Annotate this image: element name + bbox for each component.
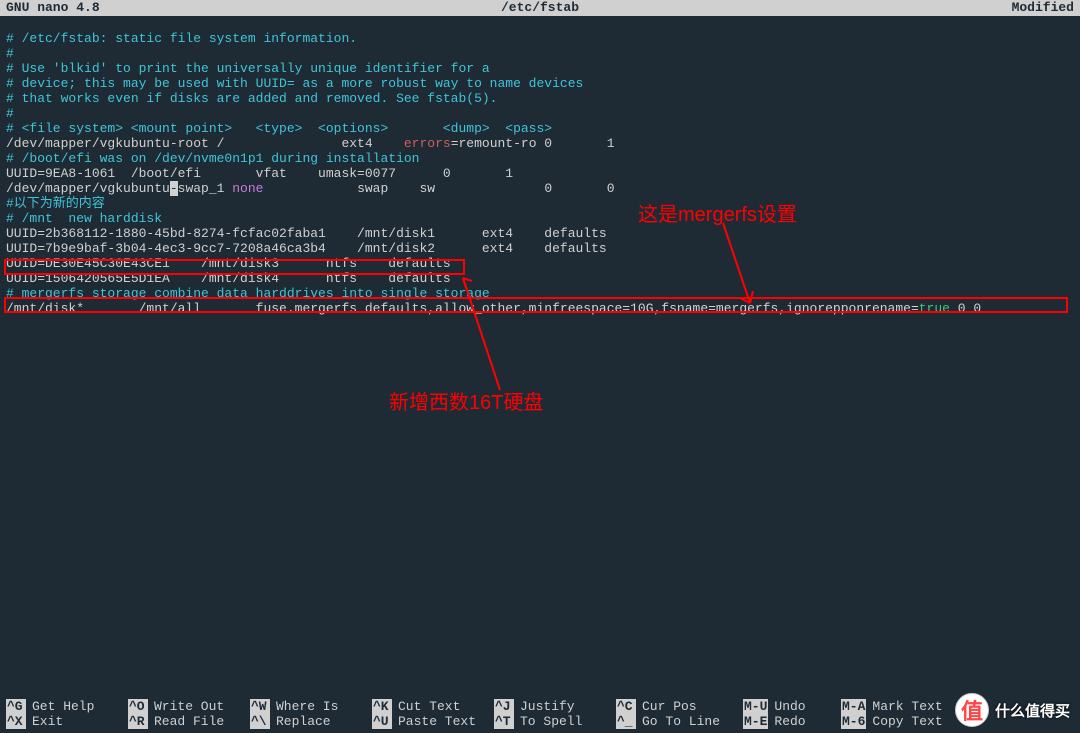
shortcut-go-to-line[interactable]: ^_Go To Line: [616, 714, 743, 729]
shortcut-undo[interactable]: M-UUndo: [743, 699, 841, 714]
title-bar: GNU nano 4.8 /etc/fstab Modified: [0, 0, 1080, 16]
fstab-line: UUID=1506420565E5D1EA /mnt/disk4 ntfs de…: [6, 271, 451, 286]
file-path: /etc/fstab: [501, 0, 579, 16]
shortcut-get-help[interactable]: ^GGet Help: [6, 699, 128, 714]
shortcut-cur-pos[interactable]: ^CCur Pos: [616, 699, 743, 714]
shortcut-write-out[interactable]: ^OWrite Out: [128, 699, 250, 714]
comment-line: #: [6, 46, 14, 61]
shortcut-row-1: ^GGet Help ^OWrite Out ^WWhere Is ^KCut …: [6, 699, 1074, 714]
shortcut-justify[interactable]: ^JJustify: [494, 699, 616, 714]
shortcut-bar: ^GGet Help ^OWrite Out ^WWhere Is ^KCut …: [0, 699, 1080, 733]
shortcut-where-is[interactable]: ^WWhere Is: [250, 699, 372, 714]
shortcut-row-2: ^XExit ^RRead File ^\Replace ^UPaste Tex…: [6, 714, 1074, 729]
editor-area[interactable]: # /etc/fstab: static file system informa…: [0, 16, 1080, 316]
app-name: GNU nano 4.8: [6, 0, 100, 16]
fstab-line: UUID=2b368112-1880-45bd-8274-fcfac02faba…: [6, 226, 607, 241]
fstab-line: UUID=7b9e9baf-3b04-4ec3-9cc7-7208a46ca3b…: [6, 241, 607, 256]
shortcut-cut-text[interactable]: ^KCut Text: [372, 699, 494, 714]
modified-status: Modified: [1012, 0, 1074, 16]
fstab-line: /dev/mapper/vgkubuntu-root / ext4 errors…: [6, 136, 615, 151]
shortcut-exit[interactable]: ^XExit: [6, 714, 128, 729]
fstab-line: UUID=9EA8-1061 /boot/efi vfat umask=0077…: [6, 166, 513, 181]
comment-line: # device; this may be used with UUID= as…: [6, 76, 583, 91]
shortcut-replace[interactable]: ^\Replace: [250, 714, 372, 729]
comment-line: # /etc/fstab: static file system informa…: [6, 31, 357, 46]
fstab-line: /dev/mapper/vgkubuntu-swap_1 none swap s…: [6, 181, 615, 196]
comment-line: # /mnt new harddisk: [6, 211, 162, 226]
comment-line: # mergerfs storage combine data harddriv…: [6, 286, 490, 301]
watermark-icon: 值: [955, 693, 989, 727]
shortcut-paste-text[interactable]: ^UPaste Text: [372, 714, 494, 729]
shortcut-redo[interactable]: M-ERedo: [743, 714, 841, 729]
comment-line: #以下为新的内容: [6, 196, 105, 211]
fstab-line: UUID=DE30E45C30E43CE1 /mnt/disk3 ntfs de…: [6, 256, 451, 271]
comment-line: # /boot/efi was on /dev/nvme0n1p1 during…: [6, 151, 419, 166]
annotation-label-newdisk: 新增西数16T硬盘: [389, 386, 543, 415]
watermark-text: 什么值得买: [995, 700, 1070, 721]
shortcut-read-file[interactable]: ^RRead File: [128, 714, 250, 729]
shortcut-to-spell[interactable]: ^TTo Spell: [494, 714, 616, 729]
comment-line: # Use 'blkid' to print the universally u…: [6, 61, 490, 76]
comment-line: #: [6, 106, 14, 121]
cursor: -: [170, 181, 178, 196]
comment-line: # <file system> <mount point> <type> <op…: [6, 121, 552, 136]
watermark: 值 什么值得买: [955, 693, 1070, 727]
comment-line: # that works even if disks are added and…: [6, 91, 497, 106]
fstab-line: /mnt/disk* /mnt/all fuse.mergerfs defaul…: [6, 301, 981, 316]
